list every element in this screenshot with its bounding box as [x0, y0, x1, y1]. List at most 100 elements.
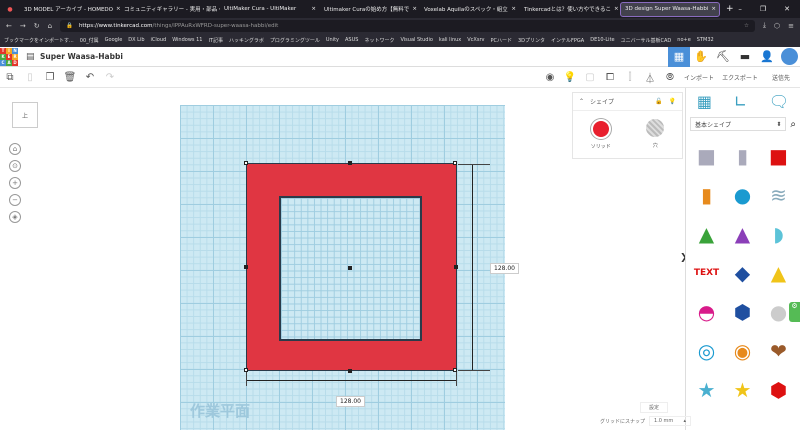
shape-box-striped[interactable]: ■: [689, 137, 724, 175]
settings-button[interactable]: 設定: [640, 402, 669, 413]
paste-icon[interactable]: ▯: [20, 72, 40, 83]
shape-half-sphere[interactable]: ◓: [689, 293, 724, 331]
avatar[interactable]: [778, 47, 800, 67]
tinkercad-logo[interactable]: TIN KER CAD: [0, 47, 18, 66]
close-icon[interactable]: ×: [614, 6, 619, 12]
delete-icon[interactable]: 🗑: [60, 72, 80, 83]
copy-icon[interactable]: ⧉: [0, 72, 20, 83]
bookmark[interactable]: Google: [105, 37, 123, 43]
resize-handle[interactable]: [348, 161, 352, 165]
shape-star[interactable]: ★: [689, 371, 724, 409]
light-bulb-icon[interactable]: 💡: [560, 72, 580, 83]
resize-handle[interactable]: [453, 161, 457, 165]
shape-torus[interactable]: ◎: [689, 332, 724, 370]
undo-icon[interactable]: ↶: [80, 72, 100, 83]
design-title[interactable]: Super Waasa-Habbi: [40, 52, 123, 61]
bookmark[interactable]: VcXsrv: [467, 37, 484, 43]
url-bar[interactable]: 🔒 https://www.tinkercad.com/things/lPPAuR…: [60, 19, 755, 32]
bookmark[interactable]: iCloud: [151, 37, 167, 43]
snap-select[interactable]: 1.0 mm ▴: [649, 416, 692, 426]
maximize-button[interactable]: ❐: [760, 5, 766, 13]
tab[interactable]: 3D MODEL アーカイブ - HOMEDO ×: [20, 2, 120, 17]
perspective-icon[interactable]: ◈: [9, 211, 21, 223]
bookmark[interactable]: ASUS: [345, 37, 358, 43]
collapse-chevron-icon[interactable]: ⌃: [579, 98, 584, 105]
resize-handle[interactable]: [244, 265, 248, 269]
bookmark[interactable]: IT記事: [208, 37, 223, 44]
height-dimension-label[interactable]: 128.00: [490, 263, 519, 274]
hole-option[interactable]: 穴: [646, 119, 665, 150]
close-icon[interactable]: ×: [711, 6, 716, 12]
bookmark[interactable]: プログラミングツール: [270, 37, 320, 44]
bookmark[interactable]: 3Dプリンタ: [518, 37, 545, 44]
shape-polygon[interactable]: ⬢: [725, 293, 760, 331]
bookmark[interactable]: PCハード: [490, 37, 512, 44]
bookmark[interactable]: ブックマークをインポートす...: [4, 37, 74, 44]
fit-view-icon[interactable]: ⊙: [9, 160, 21, 172]
shape-sphere[interactable]: ●: [725, 176, 760, 214]
solid-option[interactable]: ソリッド: [590, 119, 611, 150]
tab-active[interactable]: 3D design Super Waasa-Habbi ×: [620, 1, 720, 17]
bookmark[interactable]: ユニバーサル基板CAD: [621, 37, 672, 44]
shape-cylinder[interactable]: ▮: [689, 176, 724, 214]
shape-cylinder-striped[interactable]: ▮: [725, 137, 760, 175]
shape-wedge[interactable]: ◆: [725, 254, 760, 292]
bookmark[interactable]: Visual Studio: [400, 37, 432, 43]
add-user-icon[interactable]: 👤: [756, 47, 778, 67]
zoom-out-icon[interactable]: −: [9, 194, 21, 206]
shape-star-yellow[interactable]: ★: [725, 371, 760, 409]
forward-button[interactable]: →: [20, 22, 26, 30]
search-icon[interactable]: ⌕: [790, 119, 796, 130]
bookmark[interactable]: kali linux: [439, 37, 461, 43]
solid-color-swatch[interactable]: [590, 119, 611, 139]
pickaxe-icon[interactable]: ⛏: [712, 47, 734, 67]
home-view-icon[interactable]: ⌂: [9, 143, 21, 155]
close-window-button[interactable]: ✕: [784, 5, 790, 13]
light-bulb-icon[interactable]: 💡: [669, 98, 676, 105]
shape-text[interactable]: TEXT: [689, 254, 724, 292]
home-button[interactable]: ⌂: [48, 22, 52, 30]
close-icon[interactable]: ×: [311, 6, 316, 12]
shape-scribble[interactable]: ≋: [761, 176, 796, 214]
back-button[interactable]: ←: [6, 22, 12, 30]
workplane-tool-icon[interactable]: ▦: [697, 92, 712, 111]
blocks-hand-icon[interactable]: ✋: [690, 47, 712, 67]
bookmark-star-icon[interactable]: ☆: [744, 23, 749, 29]
shape-category-select[interactable]: 基本シェイプ ⬍: [690, 117, 787, 131]
group-icon[interactable]: ▢: [580, 72, 600, 83]
bookmark[interactable]: no+e: [677, 37, 691, 43]
redo-icon[interactable]: ↷: [100, 72, 120, 83]
tab[interactable]: Voxelab Aquilaのスペック・組立 ×: [420, 2, 520, 17]
tab[interactable]: Tinkercadとは？使い方やできるこ ×: [520, 2, 620, 17]
download-icon[interactable]: ⤓: [763, 21, 766, 30]
shape-tube[interactable]: ◉: [725, 332, 760, 370]
import-button[interactable]: インポート: [680, 73, 718, 82]
reload-button[interactable]: ↻: [34, 22, 40, 30]
duplicate-icon[interactable]: ❐: [40, 72, 60, 83]
zoom-in-icon[interactable]: +: [9, 177, 21, 189]
tab[interactable]: コミュニティギャラリー - 実用・部品・本×: [120, 2, 220, 17]
shape-box[interactable]: ■: [761, 137, 796, 175]
side-widget-icon[interactable]: ⚙: [789, 302, 800, 322]
mirror-icon[interactable]: ⏃: [640, 70, 660, 85]
tab[interactable]: UltiMaker Cura - UltiMaker ×: [220, 2, 320, 17]
menu-icon[interactable]: ≡: [788, 22, 794, 30]
bookmark[interactable]: STM32: [697, 37, 714, 43]
align-icon[interactable]: ⫿: [620, 72, 640, 83]
bookmark[interactable]: DX Lib: [128, 37, 144, 43]
note-icon[interactable]: ◉: [540, 72, 560, 83]
bookmark[interactable]: DE10-Lite: [590, 37, 614, 43]
width-dimension-label[interactable]: 128.00: [336, 396, 365, 407]
view-cube[interactable]: 上: [12, 102, 38, 128]
shape-cone[interactable]: ▲: [725, 215, 760, 253]
brick-icon[interactable]: ▬: [734, 47, 756, 67]
resize-handle[interactable]: [348, 369, 352, 373]
center-handle[interactable]: [348, 266, 352, 270]
shape-round-roof[interactable]: ◗: [761, 215, 796, 253]
new-tab-button[interactable]: +: [726, 4, 734, 14]
hole-swatch[interactable]: [646, 119, 665, 137]
cruise-icon[interactable]: ⦾: [660, 72, 680, 83]
close-icon[interactable]: ×: [412, 6, 417, 12]
lock-icon[interactable]: 🔓: [655, 98, 662, 105]
ruler-tool-icon[interactable]: ∟: [734, 92, 747, 111]
